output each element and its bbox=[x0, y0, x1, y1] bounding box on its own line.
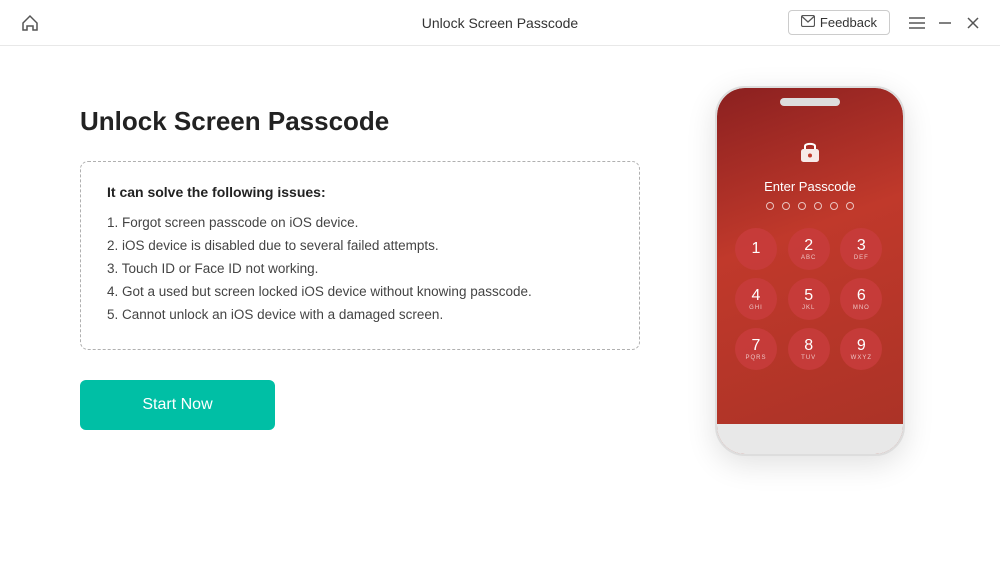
enter-passcode-text: Enter Passcode bbox=[764, 179, 856, 194]
num-btn-5[interactable]: 5JKL bbox=[788, 278, 830, 320]
num-btn-6[interactable]: 6MNO bbox=[840, 278, 882, 320]
close-button[interactable] bbox=[962, 12, 984, 34]
phone-illustration: Enter Passcode 1 2ABC 3DEF 4GHI 5JKL 6MN… bbox=[715, 86, 905, 456]
phone-screen: Enter Passcode 1 2ABC 3DEF 4GHI 5JKL 6MN… bbox=[717, 88, 903, 454]
passcode-dot bbox=[830, 202, 838, 210]
phone-notch bbox=[780, 98, 840, 106]
passcode-dot bbox=[814, 202, 822, 210]
left-panel: Unlock Screen Passcode It can solve the … bbox=[80, 106, 640, 430]
issues-list: 1. Forgot screen passcode on iOS device.… bbox=[107, 212, 613, 327]
passcode-dot bbox=[798, 202, 806, 210]
window-controls bbox=[906, 12, 984, 34]
list-item: 3. Touch ID or Face ID not working. bbox=[107, 258, 613, 281]
issues-box: It can solve the following issues: 1. Fo… bbox=[80, 161, 640, 350]
feedback-label: Feedback bbox=[820, 15, 877, 30]
passcode-dots bbox=[766, 202, 854, 210]
email-icon bbox=[801, 15, 815, 30]
num-btn-2[interactable]: 2ABC bbox=[788, 228, 830, 270]
title-bar-right: Feedback bbox=[788, 10, 984, 35]
num-btn-1[interactable]: 1 bbox=[735, 228, 777, 270]
home-button[interactable] bbox=[16, 9, 44, 37]
feedback-button[interactable]: Feedback bbox=[788, 10, 890, 35]
list-item: 5. Cannot unlock an iOS device with a da… bbox=[107, 304, 613, 327]
list-item: 2. iOS device is disabled due to several… bbox=[107, 235, 613, 258]
passcode-dot bbox=[782, 202, 790, 210]
num-btn-8[interactable]: 8TUV bbox=[788, 328, 830, 370]
passcode-dot bbox=[766, 202, 774, 210]
right-panel: Enter Passcode 1 2ABC 3DEF 4GHI 5JKL 6MN… bbox=[700, 86, 920, 456]
title-bar: Unlock Screen Passcode Feedback bbox=[0, 0, 1000, 46]
list-item: 4. Got a used but screen locked iOS devi… bbox=[107, 281, 613, 304]
lock-icon bbox=[799, 138, 821, 169]
title-bar-left bbox=[16, 9, 44, 37]
start-now-button[interactable]: Start Now bbox=[80, 380, 275, 430]
numpad: 1 2ABC 3DEF 4GHI 5JKL 6MNO 7PQRS 8TUV 9W… bbox=[735, 228, 885, 370]
num-btn-7[interactable]: 7PQRS bbox=[735, 328, 777, 370]
num-btn-3[interactable]: 3DEF bbox=[840, 228, 882, 270]
list-item: 1. Forgot screen passcode on iOS device. bbox=[107, 212, 613, 235]
menu-button[interactable] bbox=[906, 12, 928, 34]
num-btn-9[interactable]: 9WXYZ bbox=[840, 328, 882, 370]
num-btn-4[interactable]: 4GHI bbox=[735, 278, 777, 320]
app-title: Unlock Screen Passcode bbox=[422, 15, 578, 31]
minimize-button[interactable] bbox=[934, 12, 956, 34]
home-icon bbox=[20, 13, 40, 33]
main-content: Unlock Screen Passcode It can solve the … bbox=[0, 46, 1000, 580]
issues-heading: It can solve the following issues: bbox=[107, 184, 613, 200]
phone-bottom bbox=[717, 424, 903, 454]
passcode-dot bbox=[846, 202, 854, 210]
page-title: Unlock Screen Passcode bbox=[80, 106, 640, 137]
